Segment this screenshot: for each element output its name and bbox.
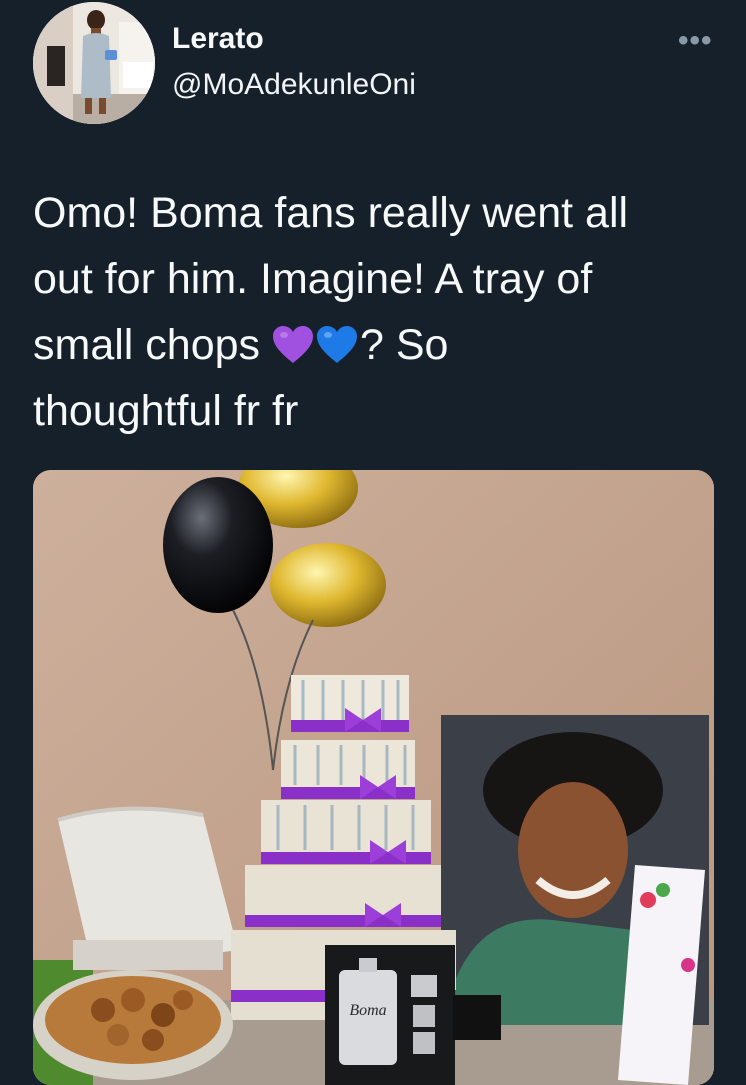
photo-illustration: Boma bbox=[33, 470, 714, 1085]
blue-heart-icon bbox=[316, 326, 357, 363]
gift-item bbox=[453, 995, 501, 1040]
gold-balloon bbox=[270, 543, 386, 627]
tweet-line: small chops ? So bbox=[33, 312, 713, 378]
black-balloon bbox=[163, 477, 273, 613]
tweet-line-text: small chops bbox=[33, 321, 272, 369]
tweet-line: Omo! Boma fans really went all bbox=[33, 189, 629, 237]
purple-heart-icon bbox=[272, 326, 313, 363]
flask-engraving: Boma bbox=[349, 1002, 386, 1019]
flask-gift-box: Boma bbox=[325, 945, 455, 1085]
avatar[interactable] bbox=[33, 2, 155, 124]
display-name[interactable]: Lerato bbox=[172, 22, 264, 56]
tweet-line: out for him. Imagine! A tray of bbox=[33, 255, 593, 303]
small-chops-tray bbox=[33, 970, 233, 1080]
tweet-line-text: ? So bbox=[359, 321, 449, 369]
more-options-icon[interactable]: ••• bbox=[678, 24, 713, 58]
user-handle[interactable]: @MoAdekunleOni bbox=[172, 68, 416, 102]
tweet-line: thoughtful fr fr bbox=[33, 387, 299, 435]
tweet-text: Omo! Boma fans really went all out for h… bbox=[33, 180, 713, 444]
tweet-photo[interactable]: Boma bbox=[33, 470, 714, 1085]
